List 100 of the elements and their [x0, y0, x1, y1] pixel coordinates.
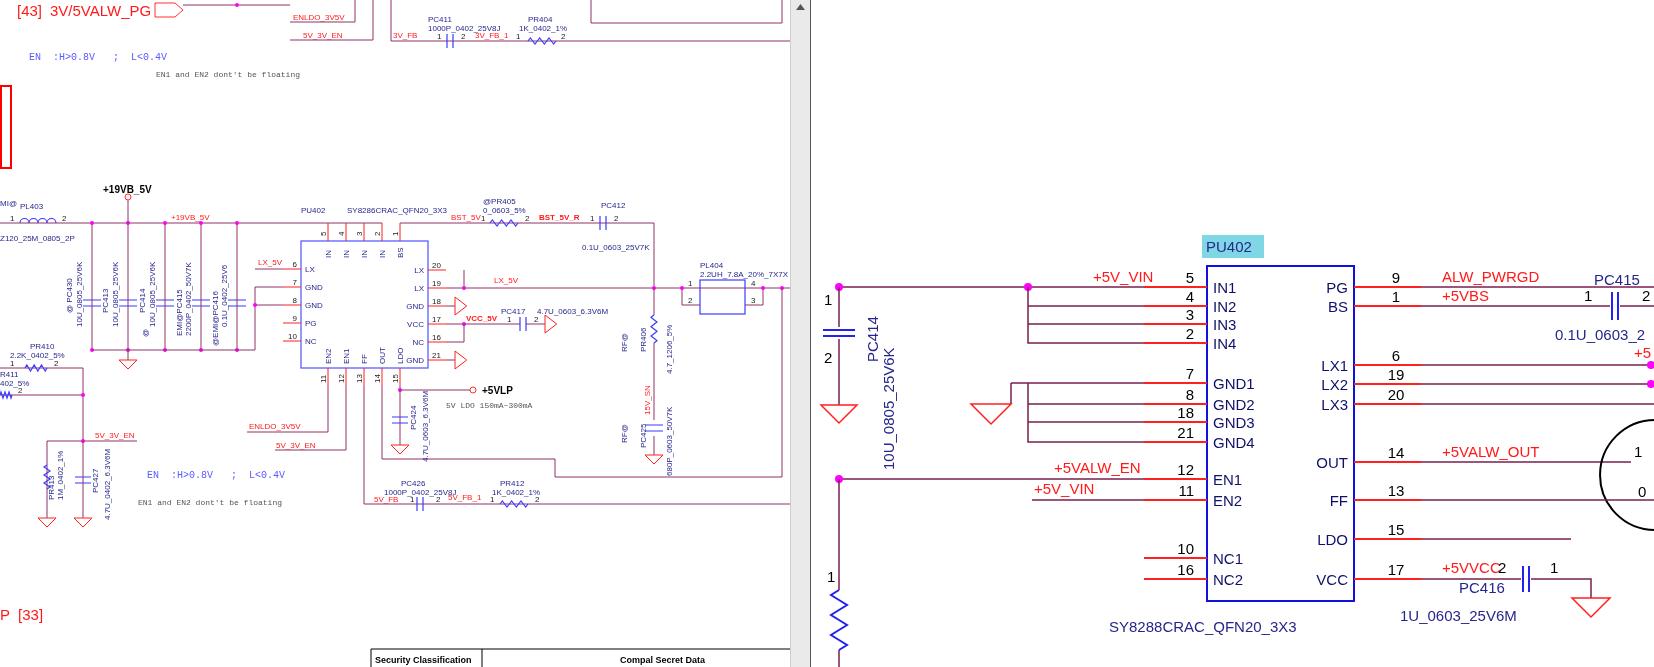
pin-number: 12	[337, 374, 346, 383]
wire	[445, 359, 456, 361]
net-label: BST_5V	[451, 213, 481, 222]
scrollbar[interactable]	[790, 0, 811, 667]
net-label: 3V_FB_1	[475, 31, 509, 40]
junction-dot	[235, 348, 239, 352]
part-value: 4.7U_0603_6.3V6M	[537, 307, 609, 316]
net-label: +5V_VIN	[1093, 268, 1154, 285]
pin-number: 7	[1185, 365, 1194, 382]
pin-number: 2	[62, 214, 67, 223]
inductor-symbol	[699, 279, 746, 315]
resistor-symbol	[650, 314, 658, 344]
part-value: 1K_0402_1%	[519, 24, 568, 33]
part-value: 1000P_0402_25V8J	[428, 24, 501, 33]
capacitor-symbol	[191, 299, 211, 307]
part-reference: PC414	[138, 288, 147, 313]
pin-name: LDO	[396, 347, 405, 364]
part-reference: PL403	[20, 202, 44, 211]
pin-name: PG	[1326, 279, 1348, 296]
part-reference: PC412	[601, 201, 626, 210]
part-value: 10U_0805_25V6K	[148, 261, 157, 327]
pin-number: 2	[561, 32, 566, 41]
pin-number: 3	[1185, 306, 1194, 323]
resistor-symbol	[0, 390, 13, 400]
pin-number: 1	[688, 279, 693, 288]
part-reference: PC417	[501, 307, 526, 316]
pin-name: OUT	[378, 347, 387, 364]
part-value: 0.1U_0402_25V6	[220, 264, 229, 327]
inductor-symbol	[19, 217, 57, 224]
junction-dot	[163, 348, 167, 352]
pin-number: 1	[10, 214, 15, 223]
title-block-text: Compal Secret Data	[620, 655, 706, 665]
net-label: 5V_3V_EN	[303, 31, 343, 40]
pin-name: NC2	[1213, 571, 1243, 588]
pin-number: 13	[355, 374, 364, 383]
pin-number: 19	[432, 279, 441, 288]
pin-name: GND3	[1213, 414, 1255, 431]
pin-name: EN1	[342, 348, 351, 364]
pin-name: IN	[378, 250, 387, 258]
scroll-up-arrow-icon[interactable]	[796, 4, 805, 10]
capacitor-symbol	[227, 299, 247, 307]
part-value: SY8286CRAC_QFN20_3X3	[347, 206, 448, 215]
pin-number: 2	[373, 231, 382, 236]
power-label: +19VB_5V	[103, 184, 152, 195]
pin-number: 3	[355, 231, 364, 236]
part-value: RF@	[620, 333, 629, 352]
pin-number: 7	[292, 278, 297, 287]
pin-number: 6	[292, 260, 297, 269]
power-port	[469, 386, 477, 394]
part-reference: PC426	[401, 479, 426, 488]
pin-number: 18	[1177, 404, 1194, 421]
part-reference: PC411	[428, 15, 452, 24]
pin-number: 1	[1634, 443, 1643, 460]
wire	[1530, 578, 1592, 599]
power-port	[124, 193, 132, 201]
pin-number: 11	[1178, 482, 1194, 499]
pin-number: 16	[432, 333, 441, 342]
net-label: LX_5V	[494, 276, 519, 285]
power-label: +5VLP	[482, 385, 513, 396]
ground-symbol	[454, 296, 468, 316]
pin-name: NC1	[1213, 550, 1243, 567]
pin-number: 1	[1584, 287, 1593, 304]
pin-name: NC	[412, 338, 424, 347]
junction-dot	[81, 393, 85, 397]
junction-dot	[680, 286, 684, 290]
part-reference: PC416	[1459, 579, 1505, 596]
part-value: 10U_0805_25V6K	[880, 347, 897, 470]
junction-dot	[126, 348, 130, 352]
pin-number: 1	[590, 214, 595, 223]
pin-name: VCC	[1316, 571, 1348, 588]
part-reference: PR412	[500, 479, 525, 488]
net-label: +19VB_5V	[171, 213, 210, 222]
pin-number: 15	[1387, 521, 1405, 538]
part-value: 1000P_0402_25V8J	[384, 488, 457, 497]
pin-name: IN	[360, 250, 369, 258]
capacitor-symbol	[446, 33, 454, 49]
junction-dot	[90, 221, 94, 225]
pin-name: IN3	[1213, 316, 1237, 333]
junction-dot	[761, 286, 765, 290]
net-label: VCC_5V	[466, 314, 498, 323]
wire	[838, 649, 840, 667]
part-reference: PU402	[1202, 235, 1264, 258]
pin-number: 1	[516, 32, 521, 41]
part-reference: EMI@PC415	[175, 289, 184, 336]
junction-dot	[163, 221, 167, 225]
pin-number: 1	[10, 359, 15, 368]
net-label: ALW_PWRGD	[1442, 268, 1540, 285]
part-value: 2.2K_0402_5%	[10, 351, 65, 360]
wire	[525, 323, 546, 325]
junction-dot	[835, 475, 843, 483]
junction-dot	[235, 3, 239, 7]
net-label: +5	[1634, 344, 1652, 361]
capacitor-symbol	[1611, 291, 1619, 321]
part-value: RF@	[620, 424, 629, 443]
part-value: 0.1U_0603_2	[1555, 326, 1646, 343]
part-reference: PR413	[47, 475, 56, 500]
pin-name: LX	[414, 266, 424, 275]
resistor-symbol	[489, 219, 519, 227]
part-value: 680P_0603_50V7K	[665, 406, 674, 476]
comment-text: EN1 and EN2 dont't be floating	[156, 70, 301, 79]
